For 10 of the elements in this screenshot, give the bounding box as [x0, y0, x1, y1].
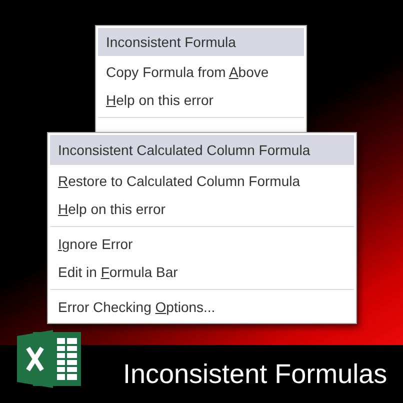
menu-item[interactable]: Help on this error [98, 86, 304, 114]
menu-item[interactable]: Ignore Error [50, 230, 354, 258]
menu-item[interactable]: Restore to Calculated Column Formula [50, 167, 354, 195]
menu-item[interactable]: Error Checking Options... [50, 293, 354, 321]
banner-title: Inconsistent Formulas [123, 358, 388, 390]
menu-item[interactable]: Copy Formula from Above [98, 58, 304, 86]
menu-item[interactable]: Edit in Formula Bar [50, 258, 354, 286]
menu-header: Inconsistent Formula [98, 28, 304, 56]
menu-header: Inconsistent Calculated Column Formula [50, 135, 354, 165]
menu-item[interactable]: Help on this error [50, 195, 354, 223]
